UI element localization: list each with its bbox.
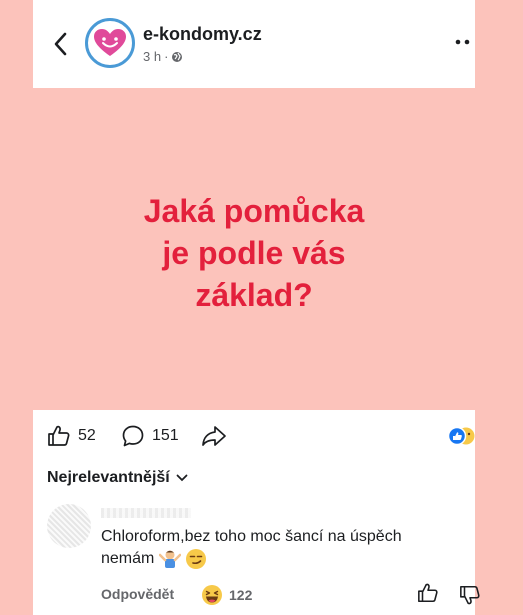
meta-separator: ·: [164, 49, 169, 64]
comment-sort-dropdown[interactable]: Nejrelevantnější: [47, 469, 188, 487]
laughing-emoji-icon: [202, 585, 222, 605]
shrug-emoji-icon: [158, 550, 181, 568]
comment-text-line-2: nemám: [101, 548, 461, 570]
reaction-summary-icon[interactable]: [447, 426, 477, 446]
smirk-emoji-icon: [186, 549, 207, 569]
comment-text: Chloroform,bez toho moc šancí na úspěch …: [101, 526, 461, 570]
like-button[interactable]: 52: [47, 424, 96, 448]
comment-reaction-count[interactable]: 122: [201, 584, 252, 606]
thumbs-up-icon: [48, 425, 70, 446]
page-avatar[interactable]: [85, 18, 135, 68]
back-arrow-icon[interactable]: [51, 30, 71, 58]
reaction-count: 122: [229, 587, 253, 603]
more-options-icon[interactable]: [455, 38, 471, 46]
comment-text-line: nemám: [101, 550, 155, 568]
commenter-avatar[interactable]: [47, 504, 91, 548]
chevron-down-icon: [176, 474, 188, 482]
headline-line: Jaká pomůcka: [143, 193, 365, 229]
share-button[interactable]: [201, 424, 227, 448]
post-header: e-kondomy.cz 3 h ·: [33, 0, 475, 88]
post-time: 3 h: [143, 49, 162, 64]
headline-line: základ?: [195, 277, 313, 313]
comment-dislike-icon[interactable]: [459, 584, 481, 606]
comment-text-line: Chloroform,bez toho moc šancí na úspěch: [101, 528, 402, 545]
like-count: 52: [78, 427, 96, 444]
comment-button[interactable]: 151: [121, 424, 179, 448]
comment-bubble-icon: [122, 425, 144, 447]
headline-line: je podle vás: [162, 235, 346, 271]
action-bar: 52 151: [33, 410, 475, 460]
post-footer-panel: 52 151 Nejrelevantnější Chloroform,bez t…: [33, 410, 480, 615]
page-name[interactable]: e-kondomy.cz: [143, 24, 262, 45]
sort-label: Nejrelevantnější: [47, 469, 170, 486]
commenter-name-redacted: [101, 508, 191, 518]
comment-count: 151: [152, 427, 179, 444]
globe-icon: [172, 51, 183, 62]
post-headline: Jaká pomůcka je podle vás základ?: [33, 190, 475, 316]
reply-button[interactable]: Odpovědět: [101, 586, 174, 602]
post-meta: 3 h ·: [143, 49, 183, 64]
share-arrow-icon: [202, 426, 226, 446]
heart-logo-icon: [94, 29, 126, 56]
comment-like-icon[interactable]: [417, 582, 439, 604]
